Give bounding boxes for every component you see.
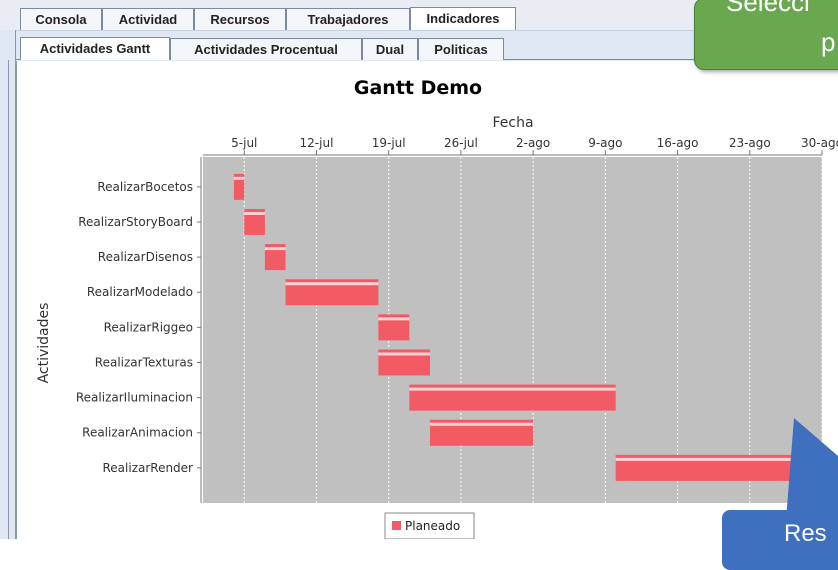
task-label: RealizarModelado: [87, 285, 193, 299]
legend-swatch: [392, 521, 401, 530]
tab-consola[interactable]: Consola: [20, 8, 102, 30]
chart-title: Gantt Demo: [354, 77, 482, 99]
green-callout-text-2: p: [821, 27, 836, 57]
task-label: RealizarAnimacion: [82, 426, 193, 440]
tab-actividad[interactable]: Actividad: [102, 8, 194, 30]
tab-politicas[interactable]: Politicas: [418, 38, 504, 60]
x-tick-label: 23-ago: [729, 136, 771, 150]
blue-callout: Res: [722, 510, 838, 570]
task-bar-highlight: [378, 352, 430, 356]
x-ticks: 5-jul 12-jul 19-jul 26-jul 2-ago 9-ago 16-ago 2…: [231, 136, 838, 155]
x-tick-label: 2-ago: [516, 136, 550, 150]
task-bar-highlight: [285, 282, 379, 286]
plot-area: [203, 157, 822, 503]
x-tick-label: 19-jul: [372, 136, 406, 150]
task-bar-highlight: [264, 247, 286, 251]
tab-dual[interactable]: Dual: [362, 38, 418, 60]
task-bar-highlight: [429, 422, 534, 426]
x-tick-label: 5-jul: [231, 136, 257, 150]
tab-trabajadores[interactable]: Trabajadores: [286, 8, 410, 30]
tab-actividades-procentual[interactable]: Actividades Procentual: [170, 38, 362, 60]
task-label: RealizarBocetos: [97, 180, 193, 194]
x-tick-label: 9-ago: [588, 136, 622, 150]
y-axis-label: Actividades: [36, 303, 52, 384]
x-tick-label: 12-jul: [300, 136, 334, 150]
gantt-chart: Gantt Demo Fecha Actividades 5-jul 12-jul…: [36, 77, 838, 540]
task-bar-highlight: [378, 317, 410, 321]
x-axis-label: Fecha: [492, 115, 533, 131]
x-tick-label: 16-ago: [657, 136, 699, 150]
task-label: RealizarTexturas: [95, 355, 193, 369]
x-tick-label: 30-ago: [801, 136, 838, 150]
tab-actividades-gantt[interactable]: Actividades Gantt: [20, 37, 170, 60]
task-label: RealizarRender: [102, 461, 193, 475]
task-bar-highlight: [615, 457, 812, 461]
task-bar-highlight: [233, 176, 245, 180]
blue-callout-text: Res: [784, 520, 827, 547]
tab-indicadores[interactable]: Indicadores: [410, 7, 516, 31]
x-tick-label: 26-jul: [444, 136, 478, 150]
legend-label: Planeado: [405, 519, 460, 533]
task-label: RealizarIluminacion: [76, 391, 193, 405]
left-border-line: [8, 60, 9, 539]
task-bar-highlight: [409, 387, 616, 391]
task-label: RealizarStoryBoard: [78, 215, 193, 229]
task-bar-highlight: [244, 211, 265, 215]
blue-callout-pointer: [786, 418, 838, 520]
green-callout-text-1: Selecci: [726, 0, 810, 17]
task-label: RealizarRiggeo: [104, 320, 193, 334]
task-label: RealizarDisenos: [98, 250, 193, 264]
chart-panel: Gantt Demo Fecha Actividades 5-jul 12-jul…: [16, 61, 838, 540]
legend: Planeado: [384, 512, 475, 540]
tab-recursos[interactable]: Recursos: [194, 8, 286, 30]
green-callout: Selecci p: [694, 0, 838, 70]
